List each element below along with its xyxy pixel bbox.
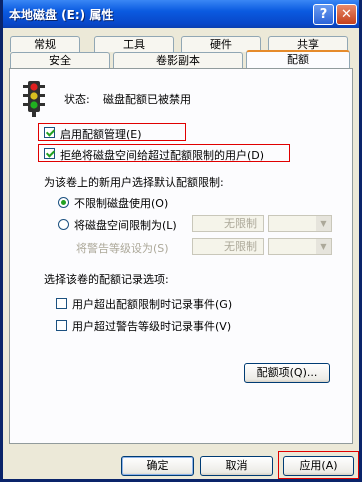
chevron-down-icon: ▼ <box>316 239 331 254</box>
warning-unit-select[interactable]: ▼ <box>268 238 332 255</box>
default-limit-heading: 为该卷上的新用户选择默认配额限制: <box>44 176 224 189</box>
tab-tools[interactable]: 工具 <box>94 36 174 52</box>
quota-entries-button[interactable]: 配额项(Q)... <box>244 363 330 383</box>
enable-quota-checkbox[interactable] <box>44 127 55 138</box>
properties-window: 本地磁盘 (E:) 属性 ? ✕ 常规 工具 硬件 共享 安全 卷影副本 配额 <box>0 0 362 482</box>
help-button[interactable]: ? <box>313 4 334 25</box>
close-button[interactable]: ✕ <box>336 4 357 25</box>
limit-space-radio[interactable] <box>58 219 69 230</box>
deny-space-checkbox[interactable] <box>44 148 55 159</box>
apply-button[interactable]: 应用(A) <box>283 456 354 476</box>
limit-space-label[interactable]: 将磁盘空间限制为(L) <box>74 217 177 233</box>
tab-security[interactable]: 安全 <box>10 52 110 68</box>
tab-general[interactable]: 常规 <box>10 36 80 52</box>
quota-panel: 状态: 磁盘配额已被禁用 启用配额管理(E) 拒绝将磁盘空间给超过配额限制的用户… <box>9 68 353 444</box>
cancel-button[interactable]: 取消 <box>200 456 273 476</box>
log-over-warning-label[interactable]: 用户超过警告等级时记录事件(V) <box>72 318 231 334</box>
tab-quota[interactable]: 配额 <box>246 50 350 68</box>
warning-value-field[interactable]: 无限制 <box>192 238 264 255</box>
logging-heading: 选择该卷的配额记录选项: <box>44 273 169 286</box>
log-over-limit-label[interactable]: 用户超出配额限制时记录事件(G) <box>72 296 232 312</box>
no-limit-label[interactable]: 不限制磁盘使用(O) <box>74 195 168 211</box>
enable-quota-label[interactable]: 启用配额管理(E) <box>60 126 142 142</box>
window-title: 本地磁盘 (E:) 属性 <box>9 8 114 22</box>
traffic-light-icon <box>23 81 45 120</box>
limit-unit-select[interactable]: ▼ <box>268 215 332 232</box>
log-over-limit-checkbox[interactable] <box>56 298 67 309</box>
title-bar[interactable]: 本地磁盘 (E:) 属性 ? ✕ <box>3 0 359 28</box>
status-label: 状态: <box>64 93 90 106</box>
no-limit-radio[interactable] <box>58 197 69 208</box>
limit-value-field[interactable]: 无限制 <box>192 215 264 232</box>
log-over-warning-checkbox[interactable] <box>56 320 67 331</box>
status-value: 磁盘配额已被禁用 <box>103 93 191 106</box>
ok-button[interactable]: 确定 <box>121 456 194 476</box>
deny-space-label[interactable]: 拒绝将磁盘空间给超过配额限制的用户(D) <box>60 147 264 163</box>
warning-level-label: 将警告等级设为(S) <box>76 242 169 255</box>
tab-shadow-copies[interactable]: 卷影副本 <box>113 52 243 68</box>
chevron-down-icon: ▼ <box>316 216 331 231</box>
